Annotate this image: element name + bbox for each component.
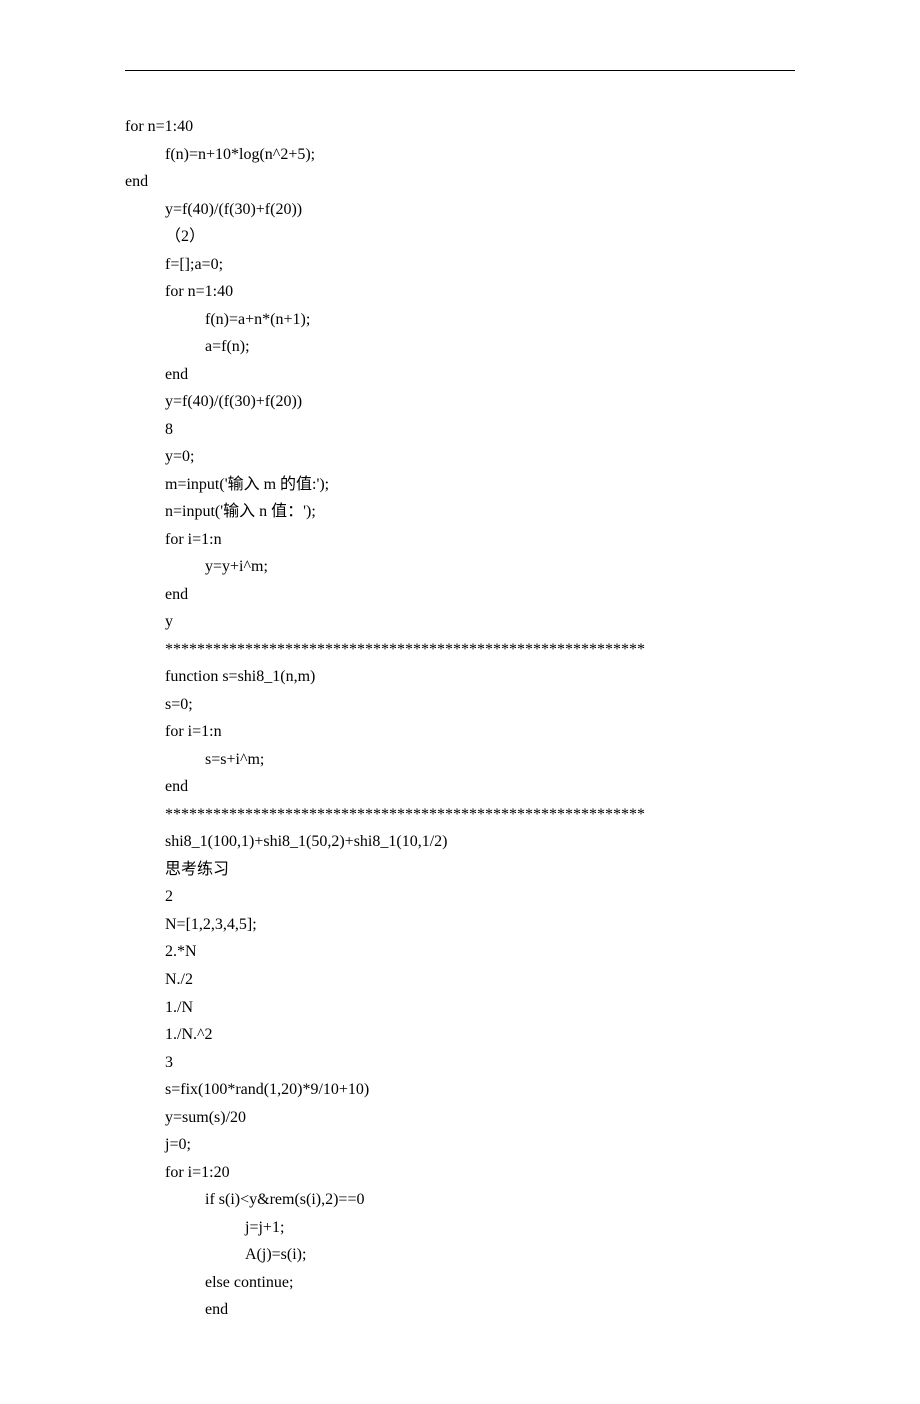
code-line: A(j)=s(i);: [125, 1241, 795, 1269]
code-line: s=s+i^m;: [125, 746, 795, 774]
code-line: y=y+i^m;: [125, 553, 795, 581]
code-line: end: [125, 168, 795, 196]
code-line: ****************************************…: [125, 801, 795, 829]
code-line: ****************************************…: [125, 636, 795, 664]
code-line: y=f(40)/(f(30)+f(20)): [125, 388, 795, 416]
code-line: else continue;: [125, 1269, 795, 1297]
code-line: j=0;: [125, 1131, 795, 1159]
code-block: for n=1:40f(n)=n+10*log(n^2+5);endy=f(40…: [125, 113, 795, 1324]
code-line: for n=1:40: [125, 278, 795, 306]
document-page: for n=1:40f(n)=n+10*log(n^2+5);endy=f(40…: [0, 0, 920, 1404]
code-line: m=input('输入 m 的值:');: [125, 471, 795, 499]
code-line: f=[];a=0;: [125, 251, 795, 279]
code-line: y=0;: [125, 443, 795, 471]
code-line: end: [125, 1296, 795, 1324]
code-line: 8: [125, 416, 795, 444]
code-line: a=f(n);: [125, 333, 795, 361]
code-line: s=fix(100*rand(1,20)*9/10+10): [125, 1076, 795, 1104]
code-line: end: [125, 581, 795, 609]
code-line: （2）: [125, 223, 795, 251]
code-line: 1./N.^2: [125, 1021, 795, 1049]
code-line: N./2: [125, 966, 795, 994]
code-line: 3: [125, 1049, 795, 1077]
code-line: 1./N: [125, 994, 795, 1022]
code-line: f(n)=a+n*(n+1);: [125, 306, 795, 334]
top-rule: [125, 70, 795, 71]
code-line: for i=1:n: [125, 718, 795, 746]
code-line: N=[1,2,3,4,5];: [125, 911, 795, 939]
code-line: if s(i)<y&rem(s(i),2)==0: [125, 1186, 795, 1214]
code-line: n=input('输入 n 值：');: [125, 498, 795, 526]
code-line: 2.*N: [125, 938, 795, 966]
code-line: 2: [125, 883, 795, 911]
code-line: s=0;: [125, 691, 795, 719]
code-line: shi8_1(100,1)+shi8_1(50,2)+shi8_1(10,1/2…: [125, 828, 795, 856]
code-line: 思考练习: [125, 856, 795, 884]
code-line: y=sum(s)/20: [125, 1104, 795, 1132]
code-line: for n=1:40: [125, 113, 795, 141]
code-line: end: [125, 773, 795, 801]
code-line: y=f(40)/(f(30)+f(20)): [125, 196, 795, 224]
code-line: for i=1:20: [125, 1159, 795, 1187]
code-line: j=j+1;: [125, 1214, 795, 1242]
code-line: y: [125, 608, 795, 636]
code-line: f(n)=n+10*log(n^2+5);: [125, 141, 795, 169]
code-line: end: [125, 361, 795, 389]
code-line: for i=1:n: [125, 526, 795, 554]
code-line: function s=shi8_1(n,m): [125, 663, 795, 691]
